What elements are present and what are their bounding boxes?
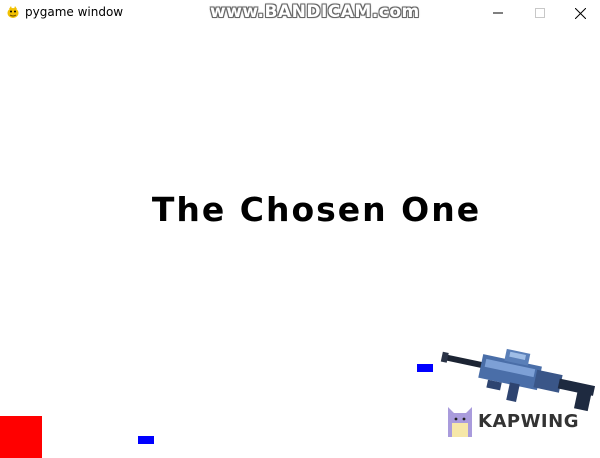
enemy-bullet (138, 436, 154, 444)
game-title-text: The Chosen One (151, 190, 482, 229)
maximize-button[interactable] (518, 0, 562, 26)
close-button[interactable] (558, 0, 600, 26)
kapwing-watermark: KAPWING (447, 403, 579, 439)
player-square (0, 416, 42, 458)
kapwing-cat-logo-icon (448, 407, 472, 437)
minimize-icon (493, 12, 503, 14)
minimize-button[interactable] (476, 0, 520, 26)
close-icon (574, 7, 586, 19)
kapwing-brand-text: KAPWING (478, 410, 579, 432)
enemy-bullet (417, 364, 433, 372)
maximize-icon (535, 8, 545, 18)
window-titlebar: pygame window www.BANDICAM.com (0, 0, 600, 26)
bandicam-watermark: www.BANDICAM.com (210, 2, 420, 22)
pygame-snake-icon (7, 6, 19, 18)
window-title: pygame window (25, 5, 124, 19)
